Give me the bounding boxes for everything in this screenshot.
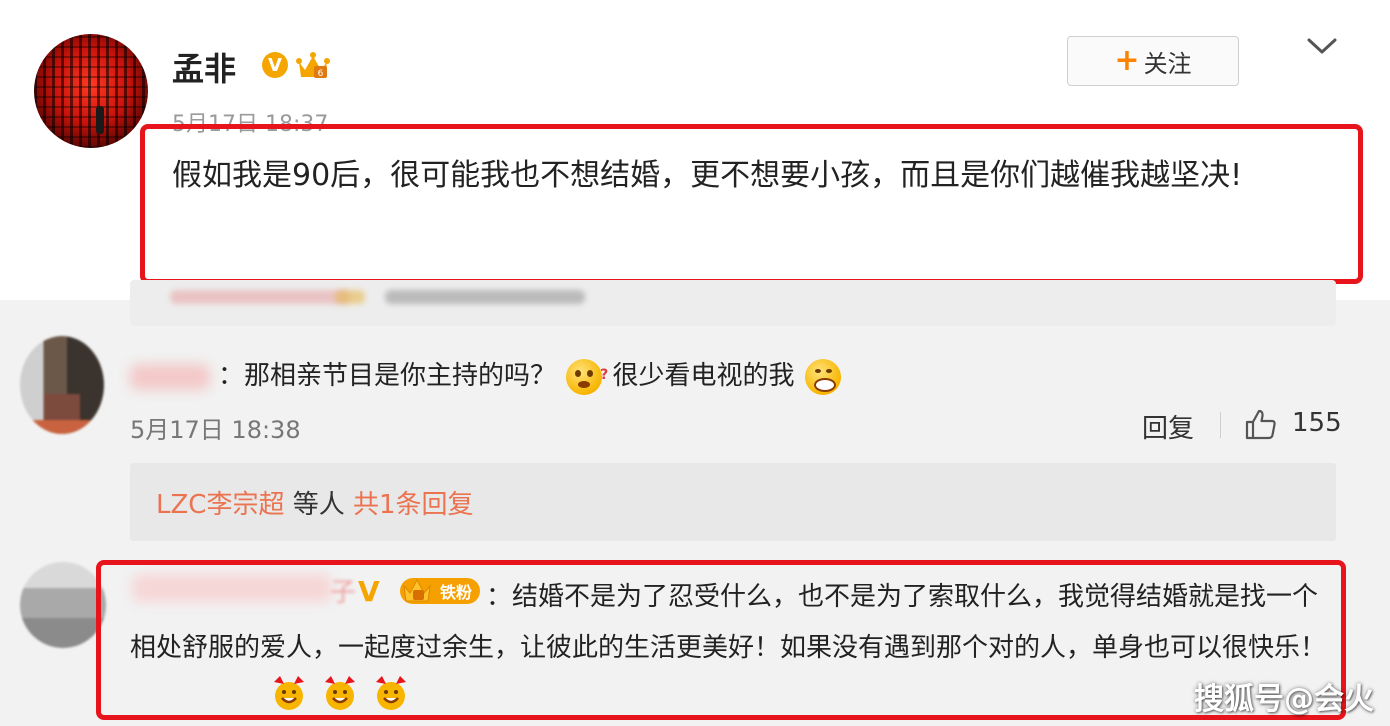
follow-label: 关注 <box>1143 49 1192 78</box>
blurred-row <box>130 280 1336 326</box>
crown-badge-icon: 6 <box>296 52 330 79</box>
svg-text:6: 6 <box>318 69 324 79</box>
thumb-up-icon[interactable] <box>1244 408 1278 440</box>
reply-count-link[interactable]: 共1条回复 <box>353 490 474 520</box>
comment-text: ：那相亲节目是你主持的吗？ ? 很少看电视的我 <box>218 356 843 396</box>
divider <box>1220 412 1221 438</box>
like-count: 155 <box>1292 408 1342 438</box>
commenter-avatar[interactable] <box>20 562 106 648</box>
follow-button[interactable]: + 关注 <box>1067 36 1239 86</box>
emoji-confused-icon: ? <box>566 358 608 395</box>
verified-badge-icon: V <box>262 52 288 78</box>
highlight-box-comment <box>96 560 1346 720</box>
reply-summary[interactable]: LZC李宗超 等人 共1条回复 <box>156 484 474 521</box>
reply-user-link[interactable]: LZC李宗超 <box>156 490 284 520</box>
watermark: 搜狐号@会火 <box>1194 682 1374 717</box>
avatar[interactable] <box>34 34 148 148</box>
commenter-avatar[interactable] <box>20 336 104 434</box>
reply-button[interactable]: 回复 <box>1142 408 1194 445</box>
post-username[interactable]: 孟非 <box>172 44 236 90</box>
chevron-down-icon[interactable] <box>1306 36 1338 56</box>
plus-icon: + <box>1114 43 1140 78</box>
comment-text-part1: ：那相亲节目是你主持的吗？ <box>218 361 557 391</box>
emoji-grin-icon <box>804 358 841 395</box>
comment-time: 5月17日 18:38 <box>130 416 301 444</box>
comment-text-part2: 很少看电视的我 <box>612 361 795 391</box>
highlight-box-post <box>140 124 1363 284</box>
commenter-name-blurred <box>130 364 210 390</box>
reply-summary-middle: 等人 <box>284 490 353 520</box>
